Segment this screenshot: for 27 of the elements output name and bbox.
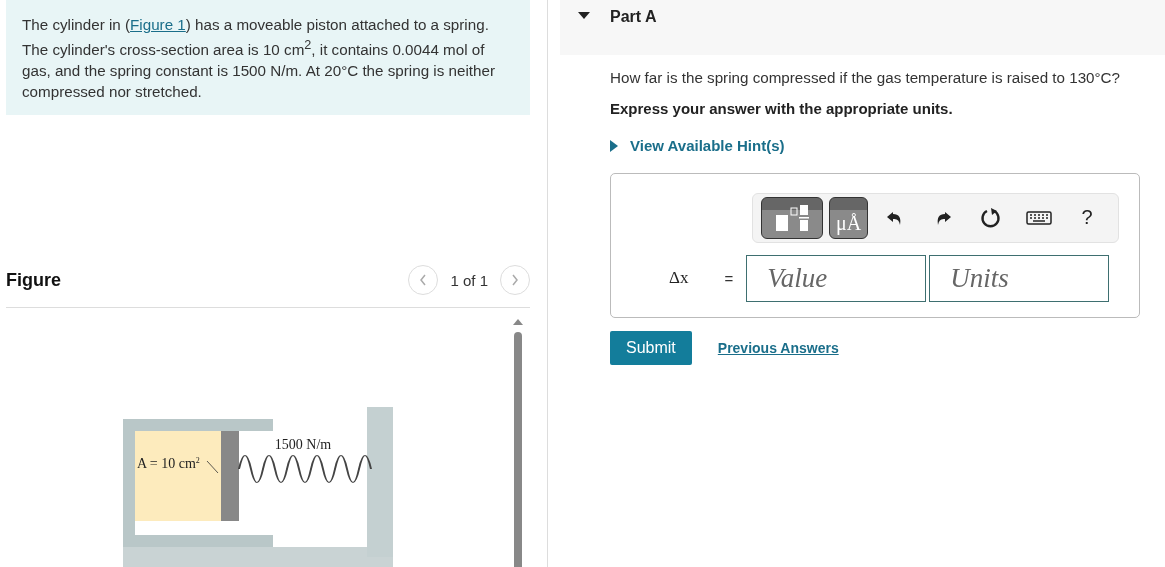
problem-text: The cylinder in (Figure 1) has a moveable piston attached to a spring. The cylinder's cross-section area is 10 cm$^{2}$, it contains 0.0044 mol of gas, and the spring constant is 1500 N/m. At 20°C the spring is neither compressed nor stretched. — [22, 15, 496, 103]
area-label: A = 10 cm$^{2}$ — [137, 456, 200, 471]
scroll-up-icon[interactable] — [512, 318, 524, 326]
templates-button[interactable] — [761, 196, 823, 239]
variable-label: Δx — [669, 268, 689, 288]
reset-icon — [980, 206, 1003, 229]
chevron-left-icon — [418, 273, 429, 287]
instruction-text: Express your answer with the appropriate units. — [610, 100, 954, 117]
caret-icon — [610, 139, 618, 152]
spring-label: 1500 N/m — [274, 437, 332, 452]
figure-title: Figure — [6, 269, 61, 291]
units-field[interactable]: Units — [929, 254, 1110, 302]
help-button[interactable]: ? — [1066, 196, 1109, 239]
units-button[interactable]: μÅ — [829, 196, 869, 239]
part-title: Part A — [610, 8, 657, 26]
part-header[interactable]: Part A — [560, 0, 1165, 55]
previous-answers-link[interactable]: Previous Answers — [717, 339, 839, 356]
page-counter: 1 of 1 — [450, 271, 488, 289]
hint-link[interactable]: View Available Hint(s) — [610, 137, 785, 154]
keyboard-icon — [1026, 210, 1053, 225]
figure-link[interactable]: Figure 1 — [130, 16, 186, 33]
value-field[interactable]: Value — [746, 254, 927, 302]
scroll-thumb[interactable] — [514, 332, 522, 567]
equals-sign: = — [724, 269, 734, 287]
chevron-right-icon — [510, 273, 520, 287]
question-text: How far is the spring compressed if the gas temperature is raised to 130°C? — [610, 69, 1122, 86]
submit-button[interactable]: Submit — [610, 330, 692, 365]
